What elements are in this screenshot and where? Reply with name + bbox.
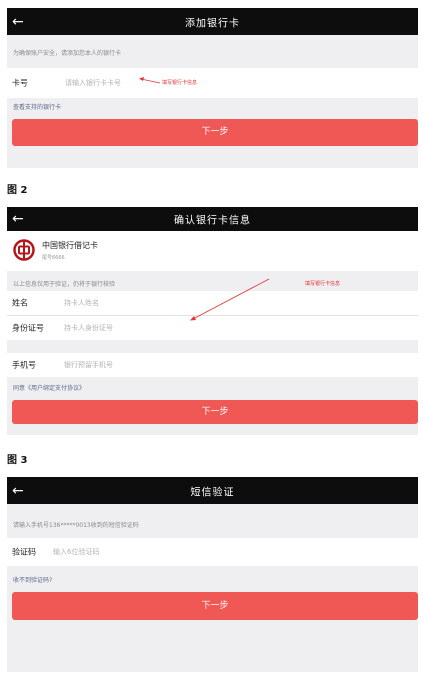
annotation-note: 填写银行卡信息 bbox=[305, 281, 341, 287]
next-button[interactable]: 下一步 bbox=[12, 592, 418, 620]
screen-sms-verification: ← 短信验证 请输入手机号136*****0013收到的短信验证码 验证码 输入… bbox=[7, 477, 418, 672]
screen-add-bank-card: ← 添加银行卡 为确保账户安全，请添加您本人的银行卡 卡号 请输入银行卡卡号 填… bbox=[7, 8, 418, 168]
code-row[interactable]: 验证码 输入6位验证码 bbox=[7, 538, 418, 566]
top-bar: ← 短信验证 bbox=[7, 477, 418, 504]
supported-banks-link[interactable]: 查看支持的银行卡 bbox=[13, 102, 61, 111]
payment-agreement-link[interactable]: 同意《用户绑定支付协议》 bbox=[13, 383, 85, 392]
page-title: 短信验证 bbox=[190, 487, 235, 498]
figure-label-3: 图 3 bbox=[7, 455, 28, 466]
sms-hint: 请输入手机号136*****0013收到的短信验证码 bbox=[13, 522, 139, 529]
no-code-link[interactable]: 收不到验证码? bbox=[13, 575, 52, 584]
screen-confirm-bank-card: ← 确认银行卡信息 中国银行借记卡 尾号6666 以上信息仅用于验证，仍将于银行… bbox=[7, 207, 418, 435]
next-button[interactable]: 下一步 bbox=[12, 119, 418, 146]
annotation-note: 填写银行卡信息 bbox=[162, 80, 198, 86]
next-button[interactable]: 下一步 bbox=[12, 400, 418, 424]
figure-label-2: 图 2 bbox=[7, 185, 28, 196]
code-input[interactable]: 输入6位验证码 bbox=[53, 547, 99, 557]
code-label: 验证码 bbox=[12, 547, 36, 557]
